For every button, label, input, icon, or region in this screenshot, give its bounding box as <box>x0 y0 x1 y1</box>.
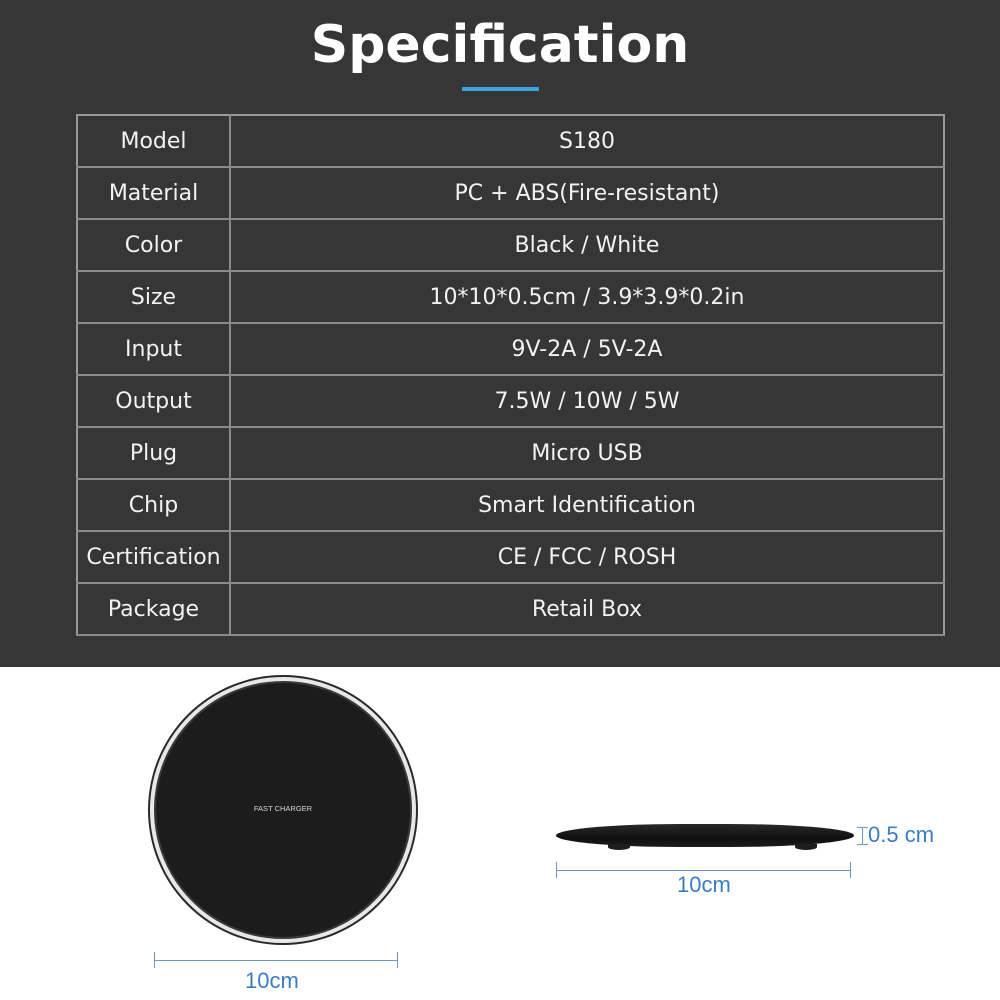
spec-row-model: Model S180 <box>76 114 945 168</box>
spec-table: Model S180 Material PC + ABS(Fire-resistant… <box>76 114 945 636</box>
spec-value: PC + ABS(Fire-resistant) <box>229 166 945 220</box>
side-view-width-tick-left <box>556 862 557 878</box>
spec-label: Color <box>76 218 231 272</box>
charger-printed-label: FAST CHARGER <box>253 804 313 813</box>
spec-row-size: Size 10*10*0.5cm / 3.9*3.9*0.2in <box>76 270 945 324</box>
spec-label: Model <box>76 114 231 168</box>
side-view-thickness-label: 0.5 cm <box>868 822 935 847</box>
top-view-width-tick-right <box>397 952 398 968</box>
spec-label: Package <box>76 582 231 636</box>
charger-foot-right <box>795 844 817 850</box>
top-view-width-dimension-line <box>154 960 398 961</box>
spec-label: Material <box>76 166 231 220</box>
side-view-width-dimension-line <box>556 870 851 871</box>
charger-foot-left <box>608 844 630 850</box>
page-title: Specification <box>310 15 690 75</box>
spec-label: Certification <box>76 530 231 584</box>
spec-label: Chip <box>76 478 231 532</box>
spec-label: Output <box>76 374 231 428</box>
spec-value: 7.5W / 10W / 5W <box>229 374 945 428</box>
spec-label: Input <box>76 322 231 376</box>
title-accent-bar <box>462 87 539 91</box>
spec-value: Micro USB <box>229 426 945 480</box>
side-view-width-tick-right <box>850 862 851 878</box>
spec-row-plug: Plug Micro USB <box>76 426 945 480</box>
spec-value: CE / FCC / ROSH <box>229 530 945 584</box>
top-view-width-tick-left <box>154 952 155 968</box>
spec-value: Black / White <box>229 218 945 272</box>
spec-value: 9V-2A / 5V-2A <box>229 322 945 376</box>
spec-row-input: Input 9V-2A / 5V-2A <box>76 322 945 376</box>
spec-value: 10*10*0.5cm / 3.9*3.9*0.2in <box>229 270 945 324</box>
spec-row-output: Output 7.5W / 10W / 5W <box>76 374 945 428</box>
charger-top-view: FAST CHARGER <box>150 677 416 943</box>
top-view-width-label: 10cm <box>245 968 299 993</box>
spec-row-chip: Chip Smart Identification <box>76 478 945 532</box>
spec-row-certification: Certification CE / FCC / ROSH <box>76 530 945 584</box>
specification-panel: Specification Model S180 Material PC + ABS(… <box>0 0 1000 667</box>
spec-value: S180 <box>229 114 945 168</box>
spec-row-color: Color Black / White <box>76 218 945 272</box>
spec-label: Plug <box>76 426 231 480</box>
spec-value: Smart Identification <box>229 478 945 532</box>
spec-row-package: Package Retail Box <box>76 582 945 636</box>
side-view-width-label: 10cm <box>677 872 731 897</box>
side-view-thickness-tick-bottom <box>857 844 868 845</box>
side-view-thickness-tick-top <box>857 827 868 828</box>
spec-label: Size <box>76 270 231 324</box>
side-view-thickness-bar <box>862 827 863 845</box>
spec-row-material: Material PC + ABS(Fire-resistant) <box>76 166 945 220</box>
spec-value: Retail Box <box>229 582 945 636</box>
